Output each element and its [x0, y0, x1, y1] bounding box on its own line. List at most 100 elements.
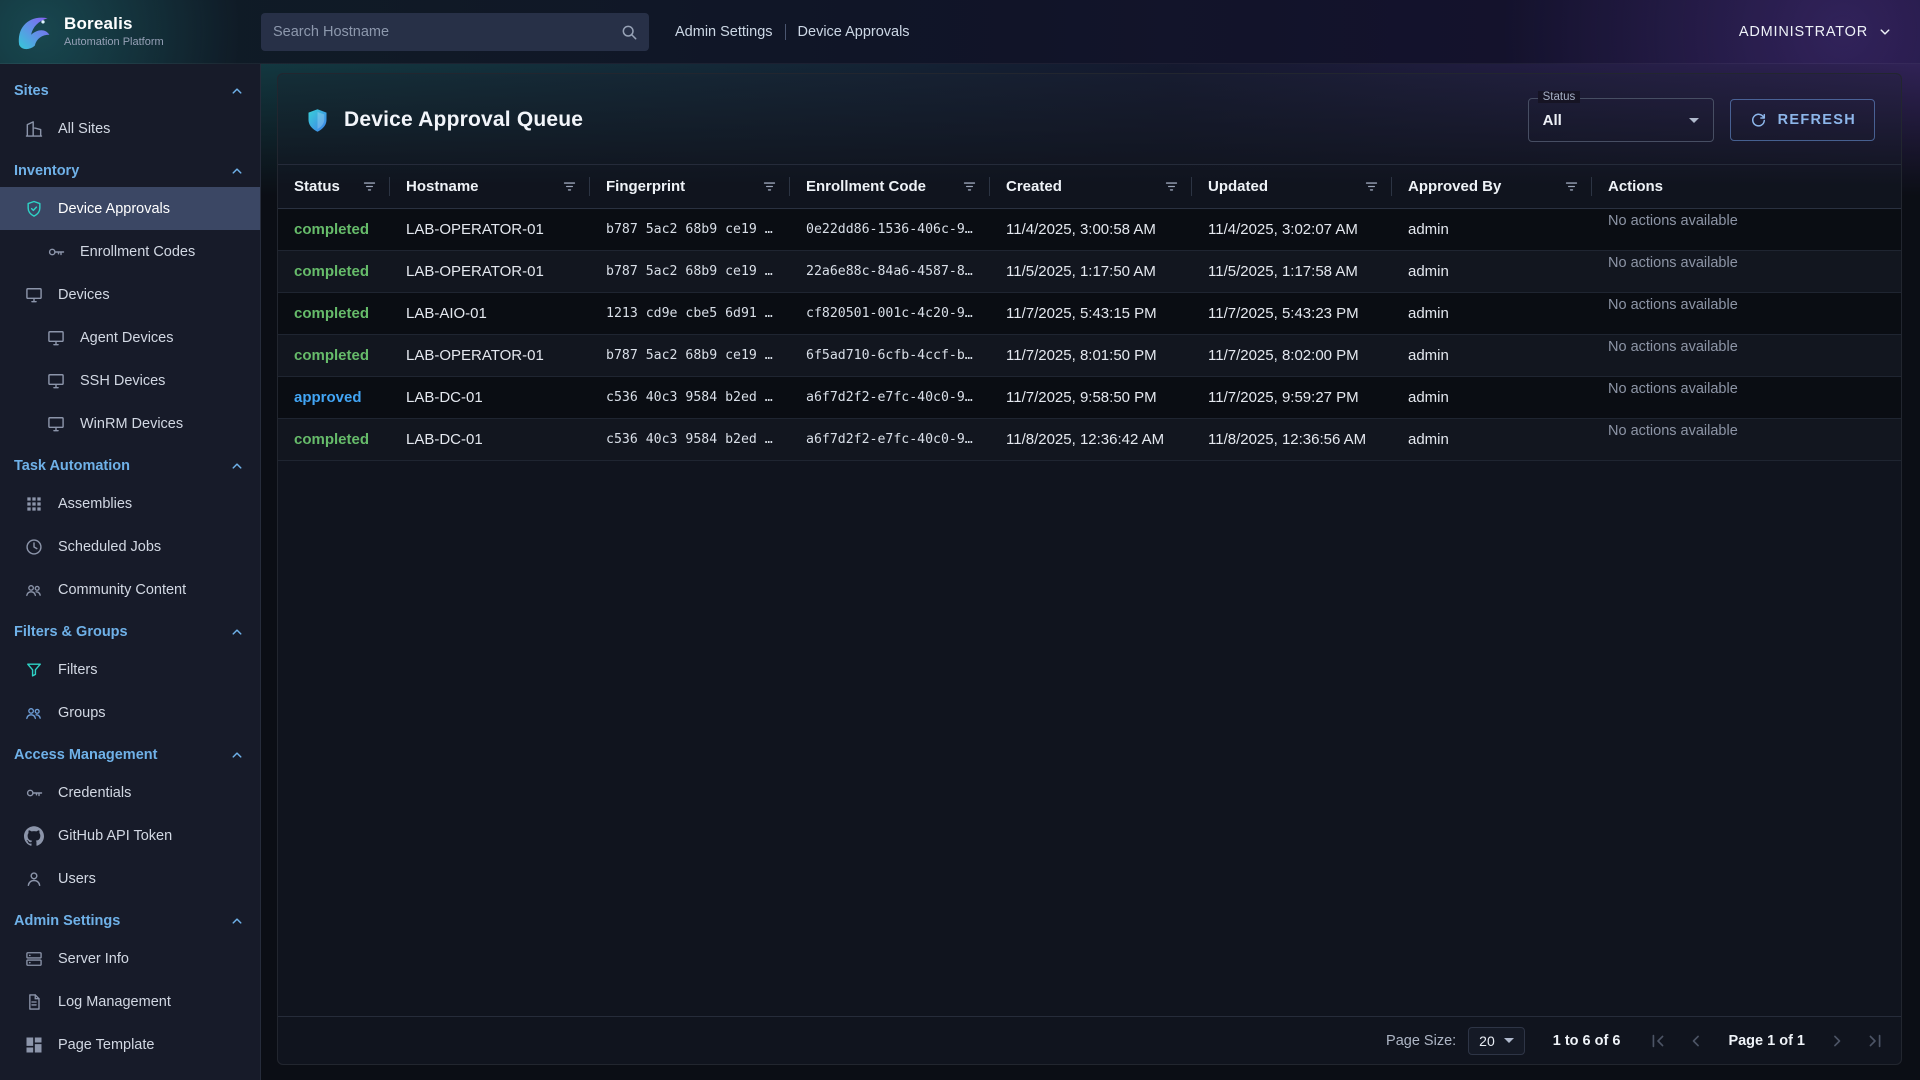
- status-filter-select[interactable]: Status All: [1528, 98, 1714, 142]
- filter-list-icon[interactable]: [1163, 178, 1180, 195]
- item-label: Assemblies: [58, 496, 132, 512]
- caret-down-icon: [1689, 118, 1699, 123]
- filter-list-icon[interactable]: [761, 178, 778, 195]
- column-label: Fingerprint: [606, 178, 685, 195]
- sidebar-item-assemblies[interactable]: Assemblies: [0, 482, 260, 525]
- page-size-label: Page Size:: [1386, 1033, 1456, 1049]
- cell-actions: No actions available: [1592, 419, 1901, 439]
- user-menu-label: ADMINISTRATOR: [1739, 24, 1868, 40]
- cell-approved-by: admin: [1392, 389, 1592, 406]
- filter-list-icon[interactable]: [961, 178, 978, 195]
- filter-list-icon[interactable]: [361, 178, 378, 195]
- breadcrumb-device-approvals[interactable]: Device Approvals: [798, 24, 910, 40]
- monitor-icon: [46, 328, 66, 348]
- filter-list-icon[interactable]: [561, 178, 578, 195]
- sidebar-item-enrollment-codes[interactable]: Enrollment Codes: [0, 230, 260, 273]
- column-header[interactable]: Enrollment Code: [790, 165, 990, 208]
- sidebar-item-credentials[interactable]: Credentials: [0, 771, 260, 814]
- github-icon: [24, 826, 44, 846]
- sidebar-item-groups[interactable]: Groups: [0, 691, 260, 734]
- item-label: Server Info: [58, 951, 129, 967]
- breadcrumb-admin-settings[interactable]: Admin Settings: [675, 24, 773, 40]
- sidebar-item-winrm-devices[interactable]: WinRM Devices: [0, 402, 260, 445]
- column-header[interactable]: Status: [278, 165, 390, 208]
- sidebar-section-admin-settings[interactable]: Admin Settings: [0, 900, 260, 937]
- cell-updated: 11/7/2025, 8:02:00 PM: [1192, 347, 1392, 364]
- user-menu[interactable]: ADMINISTRATOR: [1739, 23, 1894, 41]
- item-label: Agent Devices: [80, 330, 174, 346]
- shield-icon: [304, 107, 331, 134]
- cell-fingerprint: c536 40c3 9584 b2ed …: [590, 390, 790, 405]
- sidebar-section-task-automation[interactable]: Task Automation: [0, 445, 260, 482]
- item-label: Users: [58, 871, 96, 887]
- cell-status: completed: [278, 221, 390, 238]
- panel-header: Device Approval Queue Status All REFRESH: [278, 74, 1901, 164]
- cell-fingerprint: b787 5ac2 68b9 ce19 …: [590, 222, 790, 237]
- cell-status: completed: [278, 431, 390, 448]
- column-header[interactable]: Hostname: [390, 165, 590, 208]
- monitor-icon: [46, 371, 66, 391]
- sidebar-item-devices[interactable]: Devices: [0, 273, 260, 316]
- sidebar-item-page-template[interactable]: Page Template: [0, 1023, 260, 1066]
- sidebar-section-access-management[interactable]: Access Management: [0, 734, 260, 771]
- column-header[interactable]: Approved By: [1392, 165, 1592, 208]
- first-page-button[interactable]: [1648, 1031, 1668, 1051]
- sidebar-item-all-sites[interactable]: All Sites: [0, 107, 260, 150]
- brand-subtitle: Automation Platform: [64, 36, 164, 48]
- column-header[interactable]: Created: [990, 165, 1192, 208]
- main-content: Device Approval Queue Status All REFRESH: [261, 64, 1920, 1080]
- page-size-select[interactable]: 20: [1468, 1027, 1525, 1055]
- sidebar-item-github-api-token[interactable]: GitHub API Token: [0, 814, 260, 857]
- cell-fingerprint: b787 5ac2 68b9 ce19 …: [590, 348, 790, 363]
- page-indicator: Page 1 of 1: [1728, 1033, 1805, 1049]
- table-body: completed LAB-OPERATOR-01 b787 5ac2 68b9…: [278, 209, 1901, 461]
- cell-actions: No actions available: [1592, 293, 1901, 313]
- filter-list-icon[interactable]: [1363, 178, 1380, 195]
- clock-icon: [24, 537, 44, 557]
- cell-status: approved: [278, 389, 390, 406]
- sidebar-item-users[interactable]: Users: [0, 857, 260, 900]
- cell-enrollment-code: a6f7d2f2-e7fc-40c0-9…: [790, 432, 990, 447]
- sidebar-item-log-management[interactable]: Log Management: [0, 980, 260, 1023]
- prev-page-button[interactable]: [1686, 1031, 1706, 1051]
- sidebar-item-agent-devices[interactable]: Agent Devices: [0, 316, 260, 359]
- next-page-button[interactable]: [1827, 1031, 1847, 1051]
- sidebar-item-device-approvals[interactable]: Device Approvals: [0, 187, 260, 230]
- sidebar-item-server-info[interactable]: Server Info: [0, 937, 260, 980]
- column-header[interactable]: Updated: [1192, 165, 1392, 208]
- sidebar-section-inventory[interactable]: Inventory: [0, 150, 260, 187]
- refresh-button[interactable]: REFRESH: [1730, 99, 1875, 141]
- section-label: Admin Settings: [14, 913, 120, 929]
- sidebar-item-ssh-devices[interactable]: SSH Devices: [0, 359, 260, 402]
- item-label: Log Management: [58, 994, 171, 1010]
- cell-actions: No actions available: [1592, 335, 1901, 355]
- cell-created: 11/7/2025, 9:58:50 PM: [990, 389, 1192, 406]
- search-input[interactable]: [261, 13, 649, 51]
- sidebar-section-filters-groups[interactable]: Filters & Groups: [0, 611, 260, 648]
- cell-enrollment-code: 0e22dd86-1536-406c-9…: [790, 222, 990, 237]
- column-header[interactable]: Fingerprint: [590, 165, 790, 208]
- cell-actions: No actions available: [1592, 251, 1901, 271]
- chevron-up-icon: [228, 82, 246, 100]
- last-page-button[interactable]: [1865, 1031, 1885, 1051]
- item-label: Devices: [58, 287, 110, 303]
- sidebar-item-filters[interactable]: Filters: [0, 648, 260, 691]
- item-label: Community Content: [58, 582, 186, 598]
- section-label: Sites: [14, 83, 49, 99]
- cell-fingerprint: c536 40c3 9584 b2ed …: [590, 432, 790, 447]
- cell-status: completed: [278, 347, 390, 364]
- filter-funnel-icon: [24, 660, 44, 680]
- filter-list-icon[interactable]: [1563, 178, 1580, 195]
- last-page-icon: [1865, 1031, 1885, 1051]
- person-icon: [24, 869, 44, 889]
- table-row: completed LAB-DC-01 c536 40c3 9584 b2ed …: [278, 419, 1901, 461]
- key-icon: [46, 242, 66, 262]
- sidebar-item-community-content[interactable]: Community Content: [0, 568, 260, 611]
- column-header[interactable]: Actions: [1592, 165, 1901, 208]
- table-row: completed LAB-AIO-01 1213 cd9e cbe5 6d91…: [278, 293, 1901, 335]
- grid-icon: [24, 494, 44, 514]
- server-icon: [24, 949, 44, 969]
- sidebar-section-sites[interactable]: Sites: [0, 70, 260, 107]
- section-label: Filters & Groups: [14, 624, 128, 640]
- sidebar-item-scheduled-jobs[interactable]: Scheduled Jobs: [0, 525, 260, 568]
